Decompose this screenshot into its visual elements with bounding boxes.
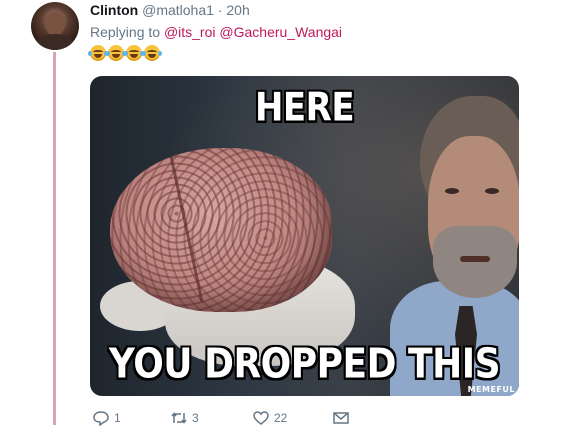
thread-connector-line: [53, 52, 56, 425]
reply-button[interactable]: 1: [92, 410, 170, 426]
avatar[interactable]: [31, 2, 79, 50]
face-with-tears-of-joy-icon: [88, 45, 108, 61]
face-with-tears-of-joy-icon: [106, 45, 126, 61]
direct-message-button[interactable]: [332, 410, 372, 426]
brain: [110, 148, 332, 312]
tweet-timestamp[interactable]: 20h: [226, 2, 249, 18]
meme-image[interactable]: HERE YOU DROPPED THIS MEMEFUL: [90, 76, 519, 396]
author-name[interactable]: Clinton: [90, 2, 138, 18]
header-separator: ·: [217, 2, 223, 18]
watermark: MEMEFUL: [467, 385, 515, 394]
heart-icon: [253, 411, 269, 425]
face-with-tears-of-joy-icon: [124, 45, 144, 61]
mention-link[interactable]: @its_roi: [164, 24, 216, 40]
retweet-button[interactable]: 3: [170, 410, 252, 426]
like-count: 22: [274, 411, 288, 425]
tweet-actions: 1 3 22: [92, 410, 372, 426]
meme-top-text: HERE: [254, 85, 355, 131]
mention-link[interactable]: @Gacheru_Wangai: [219, 24, 342, 40]
comment-icon: [93, 411, 109, 426]
tweet-header: Clinton @matloha1 · 20h: [90, 1, 250, 19]
reply-count: 1: [114, 411, 121, 425]
man-beard: [433, 226, 517, 298]
author-handle[interactable]: @matloha1: [142, 2, 214, 18]
tweet-text: [88, 45, 162, 61]
face-with-tears-of-joy-icon: [142, 45, 162, 61]
message-icon: [333, 412, 349, 424]
retweet-count: 3: [192, 411, 199, 425]
like-button[interactable]: 22: [252, 410, 332, 426]
replying-to-label: Replying to: [90, 24, 161, 40]
meme-bottom-text: YOU DROPPED THIS: [108, 340, 501, 389]
replying-to-line: Replying to @its_roi @Gacheru_Wangai: [90, 23, 342, 41]
retweet-icon: [171, 412, 187, 424]
